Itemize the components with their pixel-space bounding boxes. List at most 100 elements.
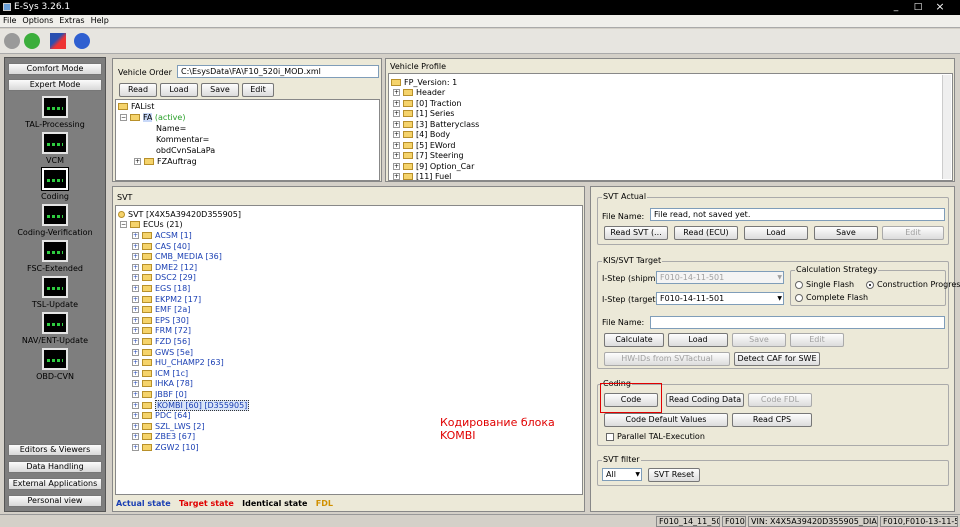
expand-icon[interactable]: + [132,369,139,377]
vehicle-profile-item[interactable]: + [3] Batteryclass [393,120,479,129]
expand-icon[interactable]: + [132,327,139,335]
ecu-tree-item[interactable]: + HU_CHAMP2 [63] [132,358,224,367]
kis-file-field[interactable] [650,316,945,329]
maximize-button[interactable]: □ [910,1,926,13]
expand-icon[interactable]: + [132,433,139,441]
expand-icon[interactable]: + [132,444,139,451]
tree-node-fa[interactable]: − FA (active) [120,113,185,122]
sidebar-item-coding-verification[interactable]: Coding-Verification [5,204,105,237]
expand-icon[interactable]: + [393,162,400,170]
ecu-tree-item[interactable]: + ACSM [1] [132,231,192,240]
expand-icon[interactable]: + [132,401,139,409]
help-icon[interactable] [74,33,90,49]
external-applications-button[interactable]: External Applications [8,478,102,490]
istep-target-select[interactable]: F010-14-11-501 ▼ [656,292,784,305]
vehicle-profile-item[interactable]: + [9] Option_Car [393,162,474,171]
construction-progress-radio[interactable]: Construction Progress [866,280,960,289]
vehicle-profile-item[interactable]: + [7] Steering [393,151,464,160]
ecu-tree-item[interactable]: + ICM [1c] [132,369,188,378]
tree-node-svt-root[interactable]: SVT [X4X5A39420D355905] [118,210,241,219]
sidebar-item-fsc-extended[interactable]: FSC-Extended [5,240,105,273]
svt-actual-file-field[interactable]: File read, not saved yet. [650,208,945,221]
connect-icon[interactable] [24,33,40,49]
sidebar-item-obd-cvn[interactable]: OBD-CVN [5,348,105,381]
code-fdl-button[interactable]: Code FDL [748,393,812,407]
sidebar-item-vcm[interactable]: VCM [5,132,105,165]
istep-shipm-select[interactable]: F010-14-11-501 ▼ [656,271,784,284]
expand-icon[interactable]: + [132,242,139,250]
ecu-tree-item[interactable]: + DSC2 [29] [132,273,196,282]
tree-node-name[interactable]: Name= [156,124,186,133]
fa-read-button[interactable]: Read [119,83,157,97]
ecu-tree-item[interactable]: + EPS [30] [132,316,189,325]
expand-icon[interactable]: + [393,173,400,180]
vehicle-profile-item[interactable]: + [0] Traction [393,99,462,108]
expand-icon[interactable]: + [132,348,139,356]
sidebar-item-tsl-update[interactable]: TSL-Update [5,276,105,309]
vehicle-profile-item[interactable]: + [5] EWord [393,141,456,150]
ecu-tree-item[interactable]: + DME2 [12] [132,263,197,272]
fa-save-button[interactable]: Save [201,83,239,97]
expand-icon[interactable]: + [393,89,400,96]
sidebar-item-coding[interactable]: Coding [5,168,105,201]
expand-icon[interactable]: + [393,141,400,149]
ecu-tree-item[interactable]: + CAS [40] [132,242,190,251]
menu-file[interactable]: File [0,15,19,26]
expand-icon[interactable]: + [132,412,139,420]
vehicle-profile-item[interactable]: + [1] Series [393,109,454,118]
tree-node-obdcvnsalapa[interactable]: obdCvnSaLaPa [156,146,215,155]
svt-actual-edit-button[interactable]: Edit [882,226,944,240]
ecu-tree-item[interactable]: + ZBE3 [67] [132,432,195,441]
expand-icon[interactable]: + [393,120,400,128]
back-icon[interactable] [4,33,20,49]
fa-edit-button[interactable]: Edit [242,83,274,97]
expand-icon[interactable]: + [132,274,139,282]
parallel-tal-checkbox[interactable]: Parallel TAL-Execution [606,432,705,441]
detect-caf-button[interactable]: Detect CAF for SWE [734,352,820,366]
menu-help[interactable]: Help [88,15,112,26]
tree-node-ecus[interactable]: − ECUs (21) [120,220,183,229]
expand-icon[interactable]: + [132,295,139,303]
calculate-button[interactable]: Calculate [604,333,664,347]
disconnect-icon[interactable] [50,33,66,49]
svt-actual-save-button[interactable]: Save [814,226,878,240]
data-handling-button[interactable]: Data Handling [8,461,102,473]
ecu-tree-item[interactable]: + EMF [2a] [132,305,190,314]
kis-edit-button[interactable]: Edit [790,333,844,347]
expand-icon[interactable]: + [132,380,139,388]
menu-options[interactable]: Options [19,15,56,26]
expand-icon[interactable]: + [132,359,139,367]
svt-filter-select[interactable]: All ▼ [602,468,642,481]
read-ecu-button[interactable]: Read (ECU) [674,226,738,240]
minimize-button[interactable]: _ [888,1,904,13]
vehicle-profile-item[interactable]: + Header [393,88,445,97]
sidebar-item-nav-ent-update[interactable]: NAV/ENT-Update [5,312,105,345]
vehicle-profile-item[interactable]: + [4] Body [393,130,450,139]
ecu-tree-item[interactable]: + PDC [64] [132,411,191,420]
tree-node-fzauftrag[interactable]: + FZAuftrag [134,157,197,166]
ecu-tree-item[interactable]: + FRM [72] [132,326,191,335]
collapse-icon[interactable]: − [120,221,127,228]
svt-reset-button[interactable]: SVT Reset [648,468,700,482]
close-button[interactable]: × [932,1,948,13]
read-svt-button[interactable]: Read SVT (... [604,226,668,240]
tree-node-falist[interactable]: FAList [118,102,154,111]
expand-icon[interactable]: + [393,152,400,159]
expand-icon[interactable]: + [132,285,139,292]
expand-icon[interactable]: + [132,263,139,271]
sidebar-item-tal-processing[interactable]: TAL-Processing [5,96,105,129]
tree-node-fp-version[interactable]: FP_Version: 1 [391,78,457,87]
read-cps-button[interactable]: Read CPS [732,413,812,427]
expand-icon[interactable]: + [132,232,139,239]
tree-node-kommentar[interactable]: Kommentar= [156,135,209,144]
kis-save-button[interactable]: Save [732,333,786,347]
complete-flash-radio[interactable]: Complete Flash [795,293,868,302]
personal-view-button[interactable]: Personal view [8,495,102,507]
code-default-values-button[interactable]: Code Default Values [604,413,728,427]
read-coding-data-button[interactable]: Read Coding Data [666,393,744,407]
vehicle-profile-scrollbar[interactable] [942,75,951,179]
expert-mode-button[interactable]: Expert Mode [8,79,102,91]
ecu-tree-item[interactable]: + KOMBI [60] [D355905] [132,399,250,411]
ecu-tree-item[interactable]: + EGS [18] [132,284,190,293]
ecu-tree-item[interactable]: + IHKA [78] [132,379,193,388]
